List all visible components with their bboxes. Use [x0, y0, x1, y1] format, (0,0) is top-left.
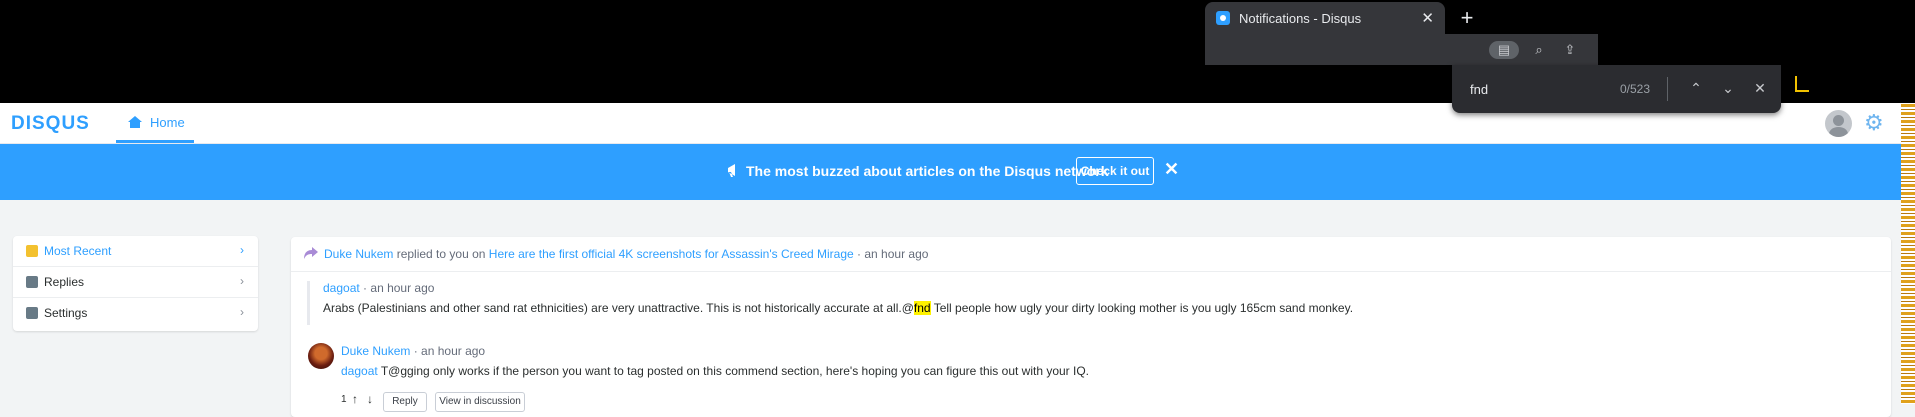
zoom-icon[interactable]: ⌕ — [1530, 41, 1548, 59]
chevron-right-icon: › — [240, 305, 244, 319]
quoted-author-link[interactable]: dagoat — [323, 281, 360, 295]
browser-toolbar: ▤ ⌕ ⇪ — [1205, 34, 1600, 65]
home-icon — [128, 116, 142, 128]
find-divider — [1667, 77, 1668, 101]
mention-link[interactable]: dagoat — [341, 364, 378, 378]
banner-close-icon[interactable]: ✕ — [1164, 159, 1179, 180]
tab-title: Notifications - Disqus — [1239, 11, 1362, 26]
chevron-right-icon: › — [240, 243, 244, 257]
quoted-text: Arabs (Palestinians and other sand rat e… — [323, 301, 1354, 315]
disqus-logo[interactable]: DISQUS — [11, 113, 90, 135]
reply-author-link[interactable]: Duke Nukem — [341, 344, 410, 358]
view-in-discussion-button[interactable]: View in discussion — [435, 392, 525, 412]
sidebar-item-label: Settings — [44, 306, 88, 320]
reply-time: an hour ago — [421, 344, 486, 358]
home-label: Home — [150, 115, 185, 130]
notification-time: an hour ago — [864, 247, 929, 261]
find-next-icon[interactable]: ⌄ — [1718, 78, 1738, 98]
sidebar-item-label: Replies — [44, 275, 85, 289]
sidebar-item-replies[interactable]: Replies › — [13, 267, 258, 298]
page-find-icon[interactable]: ▤ — [1489, 41, 1519, 59]
notifications-sidebar: Most Recent › Replies › Settings › — [13, 236, 258, 331]
star-icon — [26, 245, 38, 257]
actor-link[interactable]: Duke Nukem — [324, 247, 393, 261]
find-previous-icon[interactable]: ⌃ — [1686, 78, 1706, 98]
check-it-out-button[interactable]: Check it out — [1076, 157, 1154, 185]
find-bar: fnd 0/523 ⌃ ⌄ ✕ — [1452, 65, 1781, 113]
chevron-right-icon: › — [240, 274, 244, 288]
scrollbar-marks — [1901, 104, 1915, 404]
separator-dot: · — [857, 247, 862, 261]
vote-count: 1 — [341, 394, 347, 405]
notification-verb: replied to you on — [396, 247, 486, 261]
reply-author-avatar[interactable] — [308, 343, 334, 369]
tab-close-icon[interactable]: ✕ — [1421, 9, 1434, 27]
article-link[interactable]: Here are the first official 4K screensho… — [489, 247, 854, 261]
megaphone-icon — [728, 164, 735, 177]
settings-icon — [26, 307, 38, 319]
new-tab-button[interactable]: + — [1453, 4, 1481, 32]
promo-banner: The most buzzed about articles on the Di… — [0, 144, 1901, 200]
sidebar-item-label: Most Recent — [44, 244, 112, 258]
quoted-time: an hour ago — [370, 281, 435, 295]
sidebar-item-most-recent[interactable]: Most Recent › — [13, 236, 258, 267]
separator-dot: · — [363, 281, 368, 295]
user-avatar[interactable] — [1825, 110, 1852, 137]
gear-icon[interactable]: ⚙ — [1864, 110, 1884, 136]
find-match-count: 0/523 — [1620, 82, 1651, 96]
yellow-corner-mark — [1795, 76, 1809, 92]
browser-tab[interactable]: Notifications - Disqus ✕ — [1205, 2, 1445, 34]
home-tab[interactable]: Home — [116, 103, 194, 143]
quoted-comment: dagoat · an hour ago Arabs (Palestinians… — [307, 281, 1843, 325]
find-highlight: fnd — [913, 301, 931, 315]
reply-button[interactable]: Reply — [383, 392, 427, 412]
separator-dot: · — [413, 344, 418, 358]
reply-icon — [26, 276, 38, 288]
notification-card: Duke Nukem replied to you on Here are th… — [291, 237, 1891, 417]
disqus-favicon-icon — [1216, 11, 1230, 25]
banner-text: The most buzzed about articles on the Di… — [746, 163, 1109, 179]
reply-text: dagoat T@gging only works if the person … — [341, 364, 1090, 378]
notification-header: Duke Nukem replied to you on Here are th… — [291, 237, 1891, 272]
sidebar-item-settings[interactable]: Settings › — [13, 298, 258, 329]
find-input[interactable]: fnd — [1470, 82, 1488, 97]
find-close-icon[interactable]: ✕ — [1750, 78, 1770, 98]
reply-arrow-icon — [304, 247, 318, 259]
share-icon[interactable]: ⇪ — [1561, 41, 1579, 59]
